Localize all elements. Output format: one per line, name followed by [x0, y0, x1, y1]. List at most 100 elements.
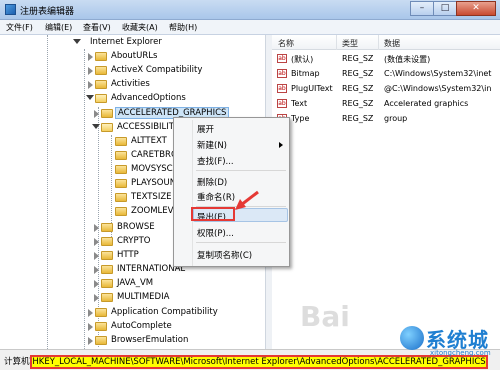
expand-arrow-icon[interactable]: [86, 95, 94, 100]
tree-node-label: CRYPTO: [117, 236, 151, 246]
tree-node-activex[interactable]: ActiveX Compatibility: [0, 64, 265, 78]
column-divider[interactable]: [336, 35, 337, 50]
value-type: REG_SZ: [342, 54, 374, 63]
folder-icon: [95, 52, 107, 61]
path-prefix: 计算机\: [4, 357, 33, 367]
list-row[interactable]: ab Text REG_SZ Accelerated graphics: [272, 96, 500, 111]
tree-node-abouturls[interactable]: AboutURLs: [0, 50, 265, 64]
folder-icon: [101, 237, 113, 246]
list-row[interactable]: ab Type REG_SZ group: [272, 111, 500, 126]
folder-icon: [95, 80, 107, 89]
collapse-arrow-icon[interactable]: [94, 110, 99, 118]
list-header: 名称 类型 数据: [272, 35, 500, 50]
value-name: PlugUIText: [291, 84, 333, 93]
collapse-arrow-icon[interactable]: [88, 337, 93, 345]
tree-node-label: ACCESSIBILITY: [117, 122, 180, 132]
menu-edit[interactable]: 编辑(E): [45, 22, 72, 33]
tree-node-label: AdvancedOptions: [111, 93, 186, 103]
folder-open-icon: [101, 123, 113, 132]
folder-icon: [115, 207, 127, 216]
collapse-arrow-icon[interactable]: [94, 294, 99, 302]
collapse-arrow-icon[interactable]: [94, 224, 99, 232]
tree-node-label: AboutURLs: [111, 51, 158, 61]
collapse-arrow-icon[interactable]: [94, 238, 99, 246]
close-button[interactable]: ✕: [456, 1, 496, 16]
menu-item-permissions[interactable]: 权限(P)...: [197, 227, 234, 239]
tree-node-label: AutoComplete: [111, 321, 172, 331]
menu-favorites[interactable]: 收藏夹(A): [122, 22, 158, 33]
menu-item-new[interactable]: 新建(N): [197, 139, 227, 151]
column-header-data[interactable]: 数据: [384, 38, 400, 49]
maximize-button[interactable]: □: [433, 1, 457, 16]
menu-item-expand[interactable]: 展开: [197, 123, 214, 135]
annotation-arrow-icon: [235, 190, 259, 210]
tree-node-label: ALTTEXT: [131, 136, 167, 146]
expand-arrow-icon[interactable]: [73, 39, 81, 44]
tree-node-multimedia[interactable]: MULTIMEDIA: [0, 291, 265, 305]
folder-icon: [101, 279, 113, 288]
menu-separator: [196, 242, 286, 243]
value-data: group: [384, 114, 408, 123]
list-row[interactable]: ab (默认) REG_SZ (数值未设置): [272, 51, 500, 66]
title-bar: 注册表编辑器 – □ ✕: [0, 0, 500, 20]
value-data: @C:\Windows\System32\in: [384, 84, 492, 93]
folder-icon: [115, 137, 127, 146]
globe-logo-icon: [400, 326, 424, 350]
menu-file[interactable]: 文件(F): [6, 22, 33, 33]
string-value-icon: ab: [277, 99, 287, 108]
tree-node-label: BROWSE: [117, 222, 155, 232]
menu-bar: 文件(F) 编辑(E) 查看(V) 收藏夹(A) 帮助(H): [0, 20, 500, 35]
string-value-icon: ab: [277, 84, 287, 93]
folder-open-icon: [95, 94, 107, 103]
collapse-arrow-icon[interactable]: [88, 81, 93, 89]
collapse-arrow-icon[interactable]: [88, 323, 93, 331]
tree-node-label: TEXTSIZE: [131, 192, 172, 202]
folder-icon: [95, 66, 107, 75]
path-highlight: HKEY_LOCAL_MACHINE\SOFTWARE\Microsoft\In…: [30, 355, 488, 369]
menu-help[interactable]: 帮助(H): [169, 22, 197, 33]
menu-separator: [196, 170, 286, 171]
tree-node-label: HTTP: [117, 250, 139, 260]
collapse-arrow-icon[interactable]: [94, 252, 99, 260]
folder-icon: [115, 165, 127, 174]
collapse-arrow-icon[interactable]: [94, 266, 99, 274]
menu-item-delete[interactable]: 删除(D): [197, 176, 227, 188]
registry-path: 计算机\HKEY_LOCAL_MACHINE\SOFTWARE\Microsof…: [4, 355, 488, 369]
tree-node-label: BrowserEmulation: [111, 335, 189, 345]
folder-icon: [115, 151, 127, 160]
tree-node-activities[interactable]: Activities: [0, 78, 265, 92]
column-divider[interactable]: [378, 35, 379, 50]
list-row[interactable]: ab Bitmap REG_SZ C:\Windows\System32\ine…: [272, 66, 500, 81]
baidu-watermark: Bai: [300, 300, 350, 333]
tree-node-browseremulation[interactable]: BrowserEmulation: [0, 334, 265, 348]
minimize-button[interactable]: –: [410, 1, 434, 16]
tree-node-internet-explorer[interactable]: Internet Explorer: [0, 36, 265, 50]
menu-view[interactable]: 查看(V): [83, 22, 111, 33]
tree-node-label: MULTIMEDIA: [117, 292, 170, 302]
value-data: Accelerated graphics: [384, 99, 469, 108]
menu-item-copy-key-name[interactable]: 复制项名称(C): [197, 249, 252, 261]
tree-node-autocomplete[interactable]: AutoComplete: [0, 320, 265, 334]
expand-arrow-icon[interactable]: [92, 124, 100, 129]
collapse-arrow-icon[interactable]: [88, 53, 93, 61]
annotation-box: [191, 207, 235, 221]
string-value-icon: ab: [277, 54, 287, 63]
list-row[interactable]: ab PlugUIText REG_SZ @C:\Windows\System3…: [272, 81, 500, 96]
tree-node-application-compatibility[interactable]: Application Compatibility: [0, 306, 265, 320]
tree-node-advancedoptions[interactable]: AdvancedOptions: [0, 92, 265, 106]
string-value-icon: ab: [277, 69, 287, 78]
tree-node-label: Internet Explorer: [90, 37, 162, 47]
folder-icon: [95, 322, 107, 331]
tree-node-label: Activities: [111, 79, 150, 89]
folder-icon: [95, 336, 107, 345]
menu-item-rename[interactable]: 重命名(R): [197, 191, 235, 203]
folder-icon: [115, 179, 127, 188]
menu-item-find[interactable]: 查找(F)...: [197, 155, 234, 167]
collapse-arrow-icon[interactable]: [88, 309, 93, 317]
tree-node-java-vm[interactable]: JAVA_VM: [0, 277, 265, 291]
column-header-name[interactable]: 名称: [278, 38, 294, 49]
collapse-arrow-icon[interactable]: [94, 280, 99, 288]
column-header-type[interactable]: 类型: [342, 38, 358, 49]
collapse-arrow-icon[interactable]: [88, 67, 93, 75]
value-name: Text: [291, 99, 308, 108]
